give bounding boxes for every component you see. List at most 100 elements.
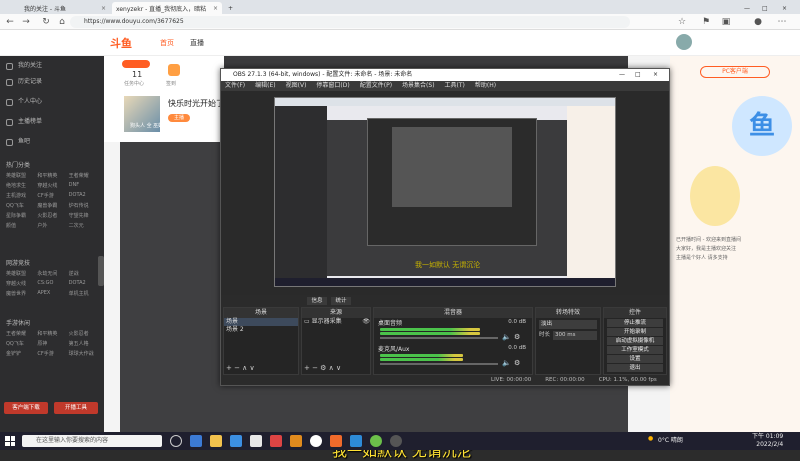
stream-tool-button[interactable]: 开播工具 — [54, 402, 98, 414]
category-link[interactable]: 第五人格 — [69, 340, 98, 347]
category-link[interactable]: 英雄联盟 — [6, 172, 35, 179]
gift-icon[interactable] — [168, 64, 180, 76]
category-link[interactable]: 和平精英 — [37, 172, 66, 179]
pc-client-badge[interactable]: PC客户端 — [700, 66, 770, 78]
menu-view[interactable]: 视图(V) — [286, 81, 307, 91]
tab-stats[interactable]: 统计 — [331, 297, 351, 305]
category-link[interactable]: 球球大作战 — [69, 350, 98, 357]
explorer-icon[interactable] — [210, 435, 222, 447]
sidebar-collapse-handle[interactable] — [98, 256, 104, 286]
speaker-icon[interactable]: 🔈 — [502, 359, 511, 367]
category-link[interactable]: DOTA2 — [69, 192, 98, 199]
category-link[interactable]: APEX — [37, 290, 66, 297]
app-icon[interactable] — [250, 435, 262, 447]
volume-slider[interactable] — [380, 337, 498, 339]
duration-field[interactable]: 300 ms — [553, 331, 597, 340]
task-view-icon[interactable] — [170, 435, 182, 447]
menu-help[interactable]: 帮助(H) — [475, 81, 496, 91]
app-icon[interactable] — [290, 435, 302, 447]
window-close-icon[interactable]: × — [778, 2, 792, 14]
profile-icon[interactable]: ● — [752, 16, 764, 28]
category-link[interactable]: 二次元 — [69, 222, 98, 229]
signin-label[interactable]: 签到 — [166, 80, 176, 87]
site-logo[interactable]: 斗鱼 — [110, 35, 132, 51]
eye-icon[interactable]: 👁 — [362, 318, 370, 326]
category-link[interactable]: CS:GO — [37, 280, 66, 287]
app-icon[interactable] — [270, 435, 282, 447]
weather-icon[interactable]: ● — [648, 435, 653, 442]
app-icon[interactable] — [310, 435, 322, 447]
windows-start-icon[interactable] — [5, 436, 15, 446]
browser-tab-active[interactable]: xenyzekr - 直播_我彻底入，暗粘 × — [112, 2, 222, 14]
category-link[interactable]: 王者荣耀 — [69, 172, 98, 179]
maximize-icon[interactable]: □ — [758, 2, 772, 14]
menu-edit[interactable]: 编辑(E) — [255, 81, 275, 91]
browser-tab[interactable]: 我的关注 - 斗鱼 × — [20, 2, 110, 14]
maximize-icon[interactable]: □ — [635, 69, 641, 81]
task-label[interactable]: 任务中心 — [124, 80, 144, 87]
sidebar-item-profile[interactable]: 个人中心 — [6, 96, 42, 108]
taskbar-search-input[interactable]: 在这里输入你要搜索的内容 — [22, 435, 162, 447]
new-tab-icon[interactable]: + — [224, 2, 234, 14]
category-link[interactable]: 火影忍者 — [37, 212, 66, 219]
category-link[interactable]: 穿越火线 — [37, 182, 66, 189]
scene-controls[interactable]: + − ∧ ∨ — [226, 364, 255, 372]
source-controls[interactable]: + − ⚙ ∧ ∨ — [304, 364, 341, 372]
category-link[interactable]: CF手游 — [37, 192, 66, 199]
category-link[interactable]: 逆战 — [69, 270, 98, 277]
category-link[interactable]: 颜值 — [6, 222, 35, 229]
sidebar-item-rank[interactable]: 主播榜单 — [6, 116, 42, 128]
reload-icon[interactable]: ↻ — [40, 16, 52, 28]
collections-icon[interactable]: ▣ — [720, 16, 732, 28]
menu-docks[interactable]: 停靠窗口(D) — [316, 81, 349, 91]
obs-preview[interactable]: 我一如默认 无谓沉沦 — [274, 97, 616, 287]
menu-scene-collection[interactable]: 场景集合(S) — [402, 81, 435, 91]
category-link[interactable]: 魔兽争霸 — [37, 202, 66, 209]
category-link[interactable]: QQ飞车 — [6, 202, 35, 209]
gear-icon[interactable]: ⚙ — [514, 333, 520, 341]
speaker-icon[interactable]: 🔈 — [502, 333, 511, 341]
menu-profile[interactable]: 配置文件(P) — [360, 81, 392, 91]
source-item[interactable]: ▭ 显示器采集 👁 — [302, 318, 370, 326]
app-icon[interactable] — [330, 435, 342, 447]
category-link[interactable]: 原神 — [37, 340, 66, 347]
close-icon[interactable]: × — [101, 5, 106, 12]
category-link[interactable]: DOTA2 — [69, 280, 98, 287]
category-link[interactable]: 金铲铲 — [6, 350, 35, 357]
menu-icon[interactable]: ⋯ — [776, 16, 788, 28]
settings-button[interactable]: 设置 — [607, 355, 663, 363]
close-icon[interactable]: × — [213, 5, 218, 12]
clock[interactable]: 下午 01:09 2022/2/4 — [752, 433, 783, 449]
category-link[interactable]: CF手游 — [37, 350, 66, 357]
avatar[interactable] — [676, 34, 692, 50]
gear-icon[interactable]: ⚙ — [514, 359, 520, 367]
minimize-icon[interactable]: — — [740, 2, 754, 14]
sidebar-item-history[interactable]: 历史记录 — [6, 76, 42, 88]
stop-streaming-button[interactable]: 停止推流 — [607, 319, 663, 327]
extension-icon[interactable]: ⚑ — [700, 16, 712, 28]
virtual-camera-button[interactable]: 启动虚拟摄像机 — [607, 337, 663, 345]
category-link[interactable]: 主机游戏 — [6, 192, 35, 199]
menu-file[interactable]: 文件(F) — [225, 81, 245, 91]
category-link[interactable]: 魔兽世界 — [6, 290, 35, 297]
forward-icon[interactable]: → — [20, 16, 32, 28]
category-link[interactable]: 王者荣耀 — [6, 330, 35, 337]
menu-tools[interactable]: 工具(T) — [445, 81, 465, 91]
tab-info[interactable]: 信息 — [307, 297, 327, 305]
edge-icon[interactable] — [190, 435, 202, 447]
category-link[interactable]: 英雄联盟 — [6, 270, 35, 277]
close-icon[interactable]: × — [653, 69, 658, 81]
category-link[interactable]: 守望先锋 — [69, 212, 98, 219]
scene-item[interactable]: 场景 — [224, 318, 298, 326]
category-link[interactable]: 炉石传说 — [69, 202, 98, 209]
url-field[interactable]: https://www.douyu.com/3677625 — [70, 16, 630, 28]
category-link[interactable]: 永劫无间 — [37, 270, 66, 277]
store-icon[interactable] — [230, 435, 242, 447]
sidebar-item-fishbar[interactable]: 鱼吧 — [6, 136, 30, 148]
category-link[interactable]: QQ飞车 — [6, 340, 35, 347]
favorite-icon[interactable]: ☆ — [676, 16, 688, 28]
exit-button[interactable]: 退出 — [607, 364, 663, 372]
obs-icon[interactable] — [390, 435, 402, 447]
category-link[interactable]: 火影忍者 — [69, 330, 98, 337]
minimize-icon[interactable]: — — [619, 69, 625, 81]
